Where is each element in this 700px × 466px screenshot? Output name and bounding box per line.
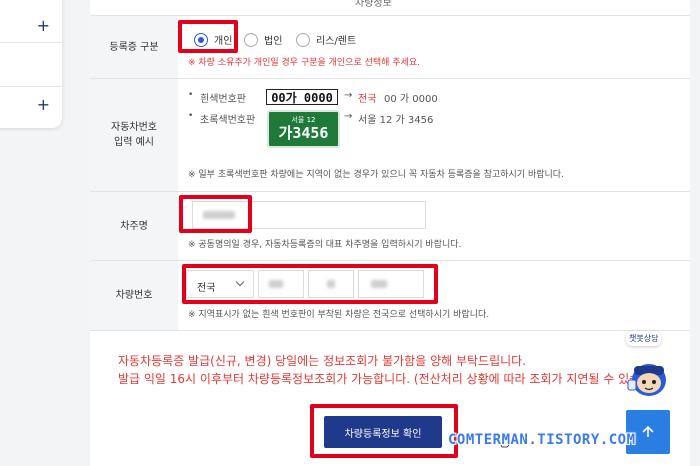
side-menu-item[interactable]: + <box>0 87 62 127</box>
white-plate-sample: 00가 0000 <box>266 89 338 105</box>
plate-example-label: 자동차번호 입력 예시 <box>90 79 178 191</box>
green-plate-name: 초록색번호판 <box>200 115 256 126</box>
vehicle-number-label: 차량번호 <box>90 261 178 330</box>
radio-lease-rent[interactable]: 리스/렌트 <box>296 32 356 47</box>
plus-icon[interactable]: + <box>37 97 50 113</box>
green-plate-result: 서울 12 가 3456 <box>358 115 434 126</box>
highlight-box <box>178 20 238 53</box>
watermark: COMTERMAN.TISTORY.COM <box>448 432 636 448</box>
plate-example-row: 자동차번호 입력 예시 • 흰색번호판 00가 0000 → 전국 00 가 0… <box>90 79 690 192</box>
owner-label: 차주명 <box>90 192 178 260</box>
arrow-up-icon <box>642 425 654 437</box>
region-national: 전국 <box>358 94 377 105</box>
chatbot-mascot-icon[interactable] <box>626 356 672 400</box>
green-plate-sample: 서울 12 가3456 <box>267 110 340 148</box>
bullet: • <box>188 111 194 121</box>
owner-note: ※ 공동명의일 경우, 자동차등록증의 대표 차주명을 입력하시기 바랍니다. <box>188 240 462 250</box>
plate-example-label-line: 자동차번호 <box>111 122 157 133</box>
bullet: • <box>188 90 194 100</box>
radio-corporation[interactable]: 법인 <box>244 32 282 47</box>
panel-title: 차량정보 <box>355 0 392 9</box>
confirm-vehicle-info-button[interactable]: 차량등록정보 확인 <box>324 416 442 448</box>
vehicle-number-note: ※ 지역표시가 없는 흰색 번호판이 부착된 차량은 전국으로 선택하시기 바랍… <box>188 310 490 320</box>
divider <box>0 42 62 43</box>
side-menu-card: + + <box>0 0 62 128</box>
plate-example-label-line: 입력 예시 <box>114 137 154 148</box>
radio-dot[interactable] <box>244 32 258 47</box>
chatbot-label[interactable]: 챗봇상담 <box>626 331 662 346</box>
plus-icon[interactable]: + <box>37 18 50 34</box>
white-plate-name: 흰색번호판 <box>200 94 246 105</box>
highlight-box <box>182 264 438 304</box>
green-plate-bottom: 가3456 <box>278 124 329 142</box>
registration-type-note: ※ 차량 소유주가 개인일 경우 구분을 개인으로 선택해 주세요. <box>188 58 421 68</box>
arrow: → <box>344 111 353 122</box>
warning-line-1: 자동차등록증 발급(신규, 변경) 당일에는 정보조회가 불가함을 양해 부탁드… <box>118 354 527 368</box>
radio-label: 리스/렌트 <box>316 36 357 47</box>
radio-label: 법인 <box>264 36 283 47</box>
warning-line-2: 발급 익일 16시 이후부터 차량등록정보조회가 가능합니다. (전산처리 상황… <box>118 372 663 386</box>
arrow: → <box>344 90 353 101</box>
vehicle-form-panel: 차량정보 등록증 구분 개인 법인 리스/렌트 ※ 차량 소유주가 개인일 경우… <box>90 0 690 466</box>
radio-dot[interactable] <box>296 32 310 47</box>
plate-example-note: ※ 일부 초록색번호판 차량에는 지역이 없는 경우가 있으니 꼭 자동차 등록… <box>188 170 564 180</box>
registration-type-label: 등록증 구분 <box>90 16 178 78</box>
white-plate-result: 00 가 0000 <box>384 94 438 105</box>
highlight-box <box>179 195 252 233</box>
